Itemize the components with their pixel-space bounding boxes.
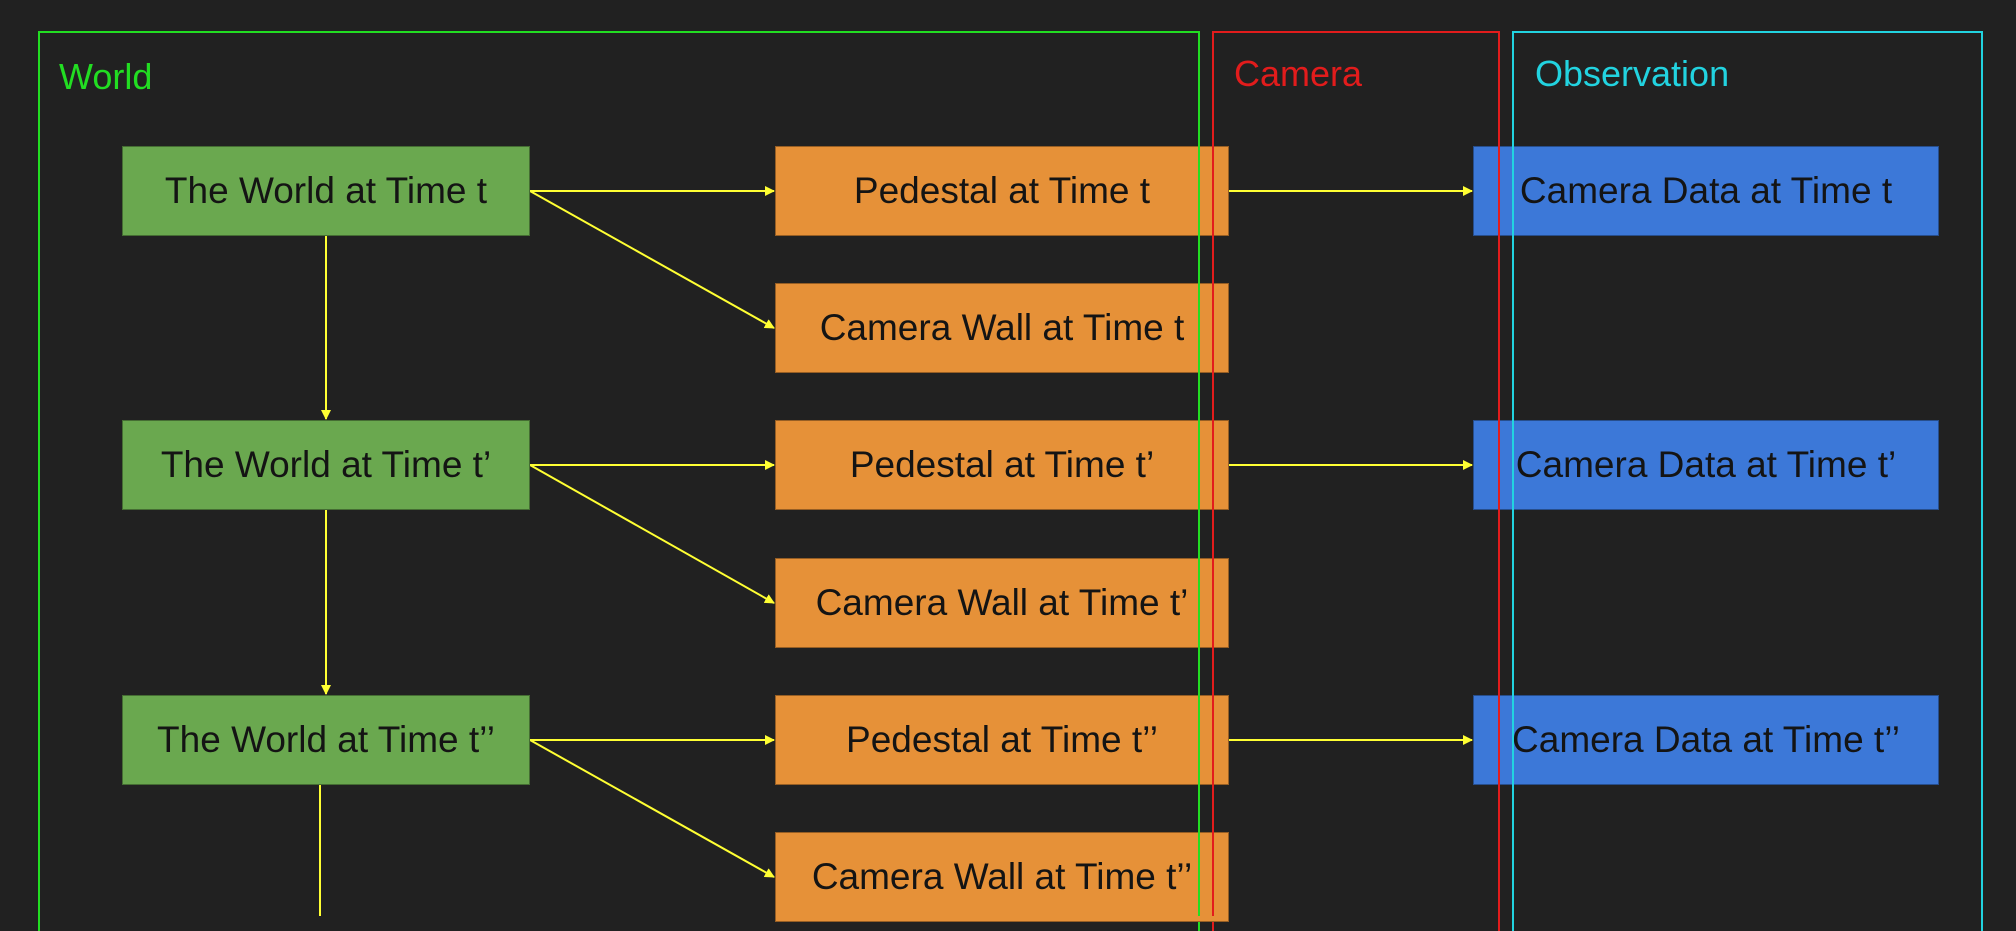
pedestal-node-t-prime: Pedestal at Time t’ <box>775 420 1229 510</box>
camera-data-node-t-double-prime: Camera Data at Time t’’ <box>1473 695 1939 785</box>
camera-wall-node-t: Camera Wall at Time t <box>775 283 1229 373</box>
world-node-t-double-prime: The World at Time t’’ <box>122 695 530 785</box>
camera-region <box>1212 31 1500 931</box>
world-node-t: The World at Time t <box>122 146 530 236</box>
pedestal-node-t-double-prime: Pedestal at Time t’’ <box>775 695 1229 785</box>
observation-region-label: Observation <box>1535 53 1730 94</box>
world-node-t-prime: The World at Time t’ <box>122 420 530 510</box>
camera-region-label: Camera <box>1234 53 1363 94</box>
camera-wall-node-t-double-prime: Camera Wall at Time t’’ <box>775 832 1229 922</box>
pedestal-node-t: Pedestal at Time t <box>775 146 1229 236</box>
diagram-canvas: World Camera Observation The World at Ti… <box>0 0 2016 931</box>
camera-data-node-t: Camera Data at Time t <box>1473 146 1939 236</box>
world-region-label: World <box>59 56 153 97</box>
camera-wall-node-t-prime: Camera Wall at Time t’ <box>775 558 1229 648</box>
camera-data-node-t-prime: Camera Data at Time t’ <box>1473 420 1939 510</box>
